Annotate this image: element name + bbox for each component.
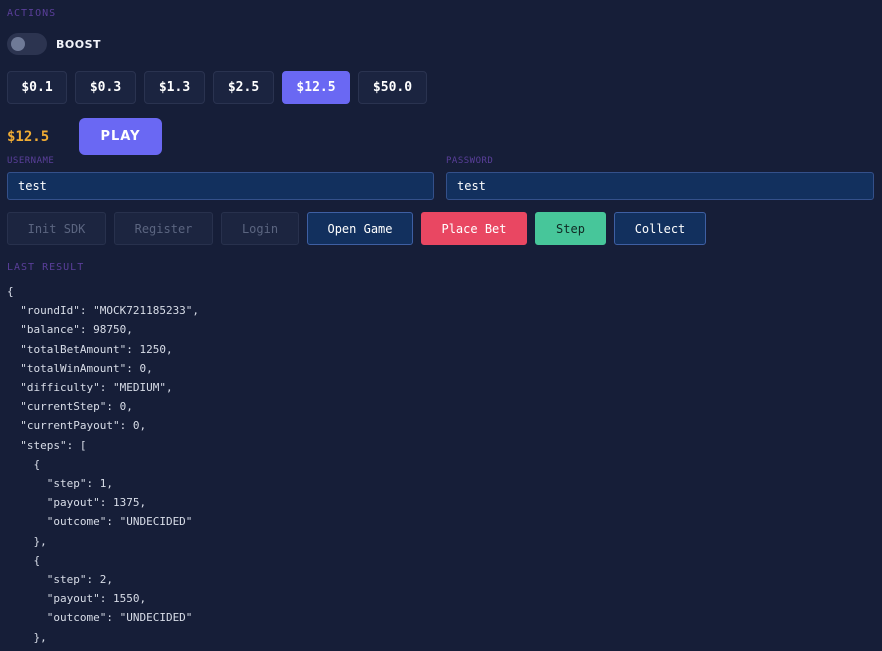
password-input[interactable]: test [446, 172, 874, 200]
boost-toggle[interactable] [7, 33, 47, 55]
login-button[interactable]: Login [221, 212, 299, 245]
result-line: }, [7, 630, 47, 644]
boost-label: BOOST [56, 37, 102, 51]
result-line: "currentStep": 0, [7, 400, 133, 414]
result-line: "step": 1, [7, 477, 113, 491]
result-line: "totalBetAmount": 1250, [7, 342, 173, 356]
result-line: { [7, 553, 41, 567]
place-bet-button[interactable]: Place Bet [421, 212, 527, 245]
result-line: "steps": [ [7, 438, 87, 452]
result-line: "outcome": "UNDECIDED" [7, 515, 193, 529]
bet-chip-12-5[interactable]: $12.5 [282, 71, 350, 104]
result-line: { [7, 285, 14, 298]
result-line: "currentPayout": 0, [7, 419, 147, 433]
result-line: "payout": 1375, [7, 496, 147, 510]
username-input[interactable]: test [7, 172, 434, 200]
selected-amount: $12.5 [7, 128, 50, 145]
boost-row: BOOST [7, 32, 101, 56]
open-game-button[interactable]: Open Game [307, 212, 413, 245]
boost-toggle-knob [11, 37, 25, 51]
last-result-json: { "roundId": "MOCK721185233", "balance":… [7, 282, 199, 647]
last-result-label: LAST RESULT [7, 262, 85, 273]
result-line: "payout": 1550, [7, 592, 147, 606]
register-button[interactable]: Register [114, 212, 213, 245]
bet-chip-1-3[interactable]: $1.3 [144, 71, 205, 104]
result-line: { [7, 457, 41, 471]
result-line: "balance": 98750, [7, 323, 133, 337]
result-line: "roundId": "MOCK721185233", [7, 304, 200, 318]
result-line: "outcome": "UNDECIDED" [7, 611, 193, 625]
collect-button[interactable]: Collect [614, 212, 706, 245]
actions-section-label: ACTIONS [7, 8, 57, 19]
bet-chip-2-5[interactable]: $2.5 [213, 71, 274, 104]
result-line: "difficulty": "MEDIUM", [7, 381, 173, 395]
sdk-controls: Init SDK Register Login Open Game Place … [7, 212, 706, 245]
play-row: $12.5 PLAY [7, 118, 162, 155]
bet-chip-0-1[interactable]: $0.1 [7, 71, 67, 104]
bet-amount-group: $0.1 $0.3 $1.3 $2.5 $12.5 $50.0 [7, 71, 427, 104]
result-line: "step": 2, [7, 573, 113, 587]
username-label: USERNAME [7, 156, 55, 166]
play-button[interactable]: PLAY [79, 118, 162, 155]
step-button[interactable]: Step [535, 212, 606, 245]
app-root: ACTIONS BOOST $0.1 $0.3 $1.3 $2.5 $12.5 … [0, 0, 882, 651]
result-line: }, [7, 534, 47, 548]
bet-chip-0-3[interactable]: $0.3 [75, 71, 136, 104]
password-label: PASSWORD [446, 156, 494, 166]
result-line: "totalWinAmount": 0, [7, 361, 153, 375]
bet-chip-50-0[interactable]: $50.0 [358, 71, 427, 104]
init-sdk-button[interactable]: Init SDK [7, 212, 106, 245]
